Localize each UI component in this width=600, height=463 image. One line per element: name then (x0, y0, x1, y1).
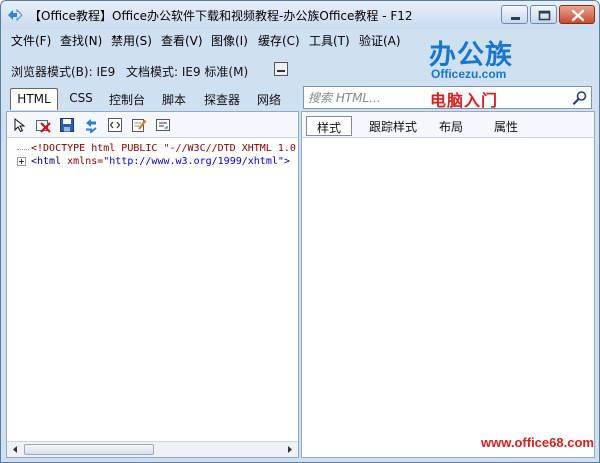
html-attr-name: xmlns= (61, 156, 104, 167)
menu-validate[interactable]: 验证(A) (359, 32, 401, 49)
maximize-button[interactable] (530, 5, 557, 24)
tab-css[interactable]: CSS (65, 88, 97, 110)
menu-bar: 文件(F) 查找(N) 禁用(S) 查看(V) 图像(I) 缓存(C) 工具(T… (1, 29, 421, 51)
html-toolbar (7, 112, 298, 138)
edit-icon[interactable] (131, 117, 147, 133)
dom-tree: <!DOCTYPE html PUBLIC "-//W3C//DTD XHTML… (7, 142, 298, 432)
brand-text: 电脑入门 (430, 91, 499, 110)
tab-console[interactable]: 控制台 (105, 88, 149, 110)
html-attr-value: "http://www.w3.org/1999/xhtml" (103, 156, 284, 167)
pin-toggle-button[interactable] (274, 62, 288, 76)
tab-profiler[interactable]: 探查器 (200, 88, 244, 110)
maximize-icon (538, 10, 551, 21)
expand-icon[interactable] (17, 157, 26, 166)
minimize-button[interactable] (501, 5, 528, 24)
horizontal-scrollbar[interactable] (7, 441, 298, 457)
minimize-icon (511, 17, 520, 20)
mode-bar: 浏览器模式(B): IE9 文档模式: IE9 标准(M) (1, 58, 421, 80)
menu-view[interactable]: 查看(V) (161, 32, 203, 49)
doctype-text: <!DOCTYPE html PUBLIC "-//W3C//DTD XHTML… (31, 143, 298, 154)
html-node-text: <html xmlns="http://www.w3.org/1999/xhtm… (31, 156, 290, 167)
tree-connector (17, 149, 29, 150)
scroll-right-icon[interactable] (282, 442, 298, 457)
document-mode-menu[interactable]: 文档模式: IE9 标准(M) (126, 63, 248, 80)
html-tag-close: > (283, 156, 290, 167)
menu-file[interactable]: 文件(F) (11, 32, 51, 49)
menu-tools[interactable]: 工具(T) (309, 32, 350, 49)
word-wrap-icon[interactable] (155, 117, 171, 133)
devtools-window: 【Office教程】Office办公软件下载和视频教程-办公族Office教程 … (0, 0, 600, 463)
menu-disable[interactable]: 禁用(S) (111, 32, 152, 49)
logo-text-en: Officezu.com (431, 67, 507, 81)
devtools-app-icon (8, 9, 23, 21)
tab-style[interactable]: 样式 (306, 116, 352, 136)
search-icon[interactable] (572, 90, 588, 106)
tab-network[interactable]: 网络 (253, 88, 285, 110)
title-bar[interactable]: 【Office教程】Office办公软件下载和视频教程-办公族Office教程 … (1, 1, 599, 29)
clear-highlight-icon[interactable] (35, 117, 51, 133)
scroll-left-icon[interactable] (7, 442, 23, 457)
tool-tab-bar: HTML CSS 控制台 脚本 探查器 网络 电脑入门 (1, 85, 599, 111)
refresh-icon[interactable] (83, 117, 99, 133)
tab-attributes[interactable]: 属性 (487, 116, 525, 136)
tab-html[interactable]: HTML (10, 88, 58, 110)
scrollbar-thumb[interactable] (24, 444, 154, 455)
select-element-icon[interactable] (12, 117, 28, 133)
tab-trace-styles[interactable]: 跟踪样式 (362, 116, 424, 136)
style-pane: 样式 跟踪样式 布局 属性 (301, 111, 595, 458)
menu-find[interactable]: 查找(N) (60, 32, 102, 49)
html-tree-pane: <!DOCTYPE html PUBLIC "-//W3C//DTD XHTML… (6, 111, 299, 458)
menu-images[interactable]: 图像(I) (211, 32, 248, 49)
officezu-logo: 办公族 Officezu.com (423, 33, 523, 83)
tab-layout[interactable]: 布局 (432, 116, 470, 136)
html-tag-open: <html (31, 156, 62, 167)
tab-script[interactable]: 脚本 (158, 88, 190, 110)
browser-mode-menu[interactable]: 浏览器模式(B): IE9 (11, 63, 115, 80)
style-tab-bar: 样式 跟踪样式 布局 属性 (302, 112, 594, 138)
window-title: 【Office教程】Office办公软件下载和视频教程-办公族Office教程 … (29, 9, 413, 23)
close-icon (571, 9, 585, 22)
close-button[interactable] (559, 5, 595, 24)
search-box: 电脑入门 (303, 86, 592, 110)
menu-cache[interactable]: 缓存(C) (258, 32, 300, 49)
element-source-icon[interactable] (107, 117, 123, 133)
watermark-text: www.office68.com (481, 435, 594, 450)
save-icon[interactable] (59, 117, 75, 133)
